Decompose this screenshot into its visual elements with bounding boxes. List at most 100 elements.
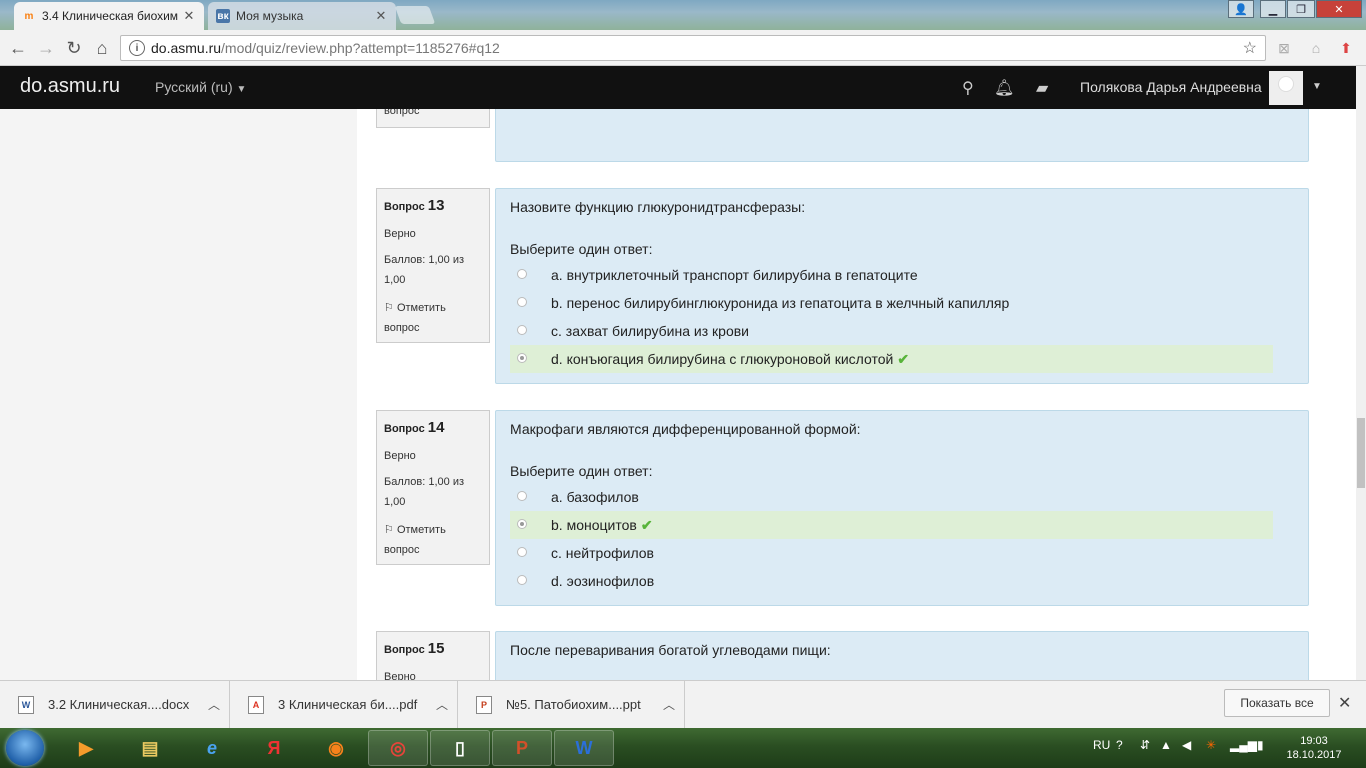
- url-path: /mod/quiz/review.php?attempt=1185276#q12: [221, 40, 500, 56]
- maximize-button[interactable]: ❐: [1287, 0, 1315, 18]
- chevron-up-icon[interactable]: ︿: [199, 696, 229, 713]
- question-state: Верно: [384, 228, 416, 240]
- user-profile-icon[interactable]: 👤: [1228, 0, 1254, 18]
- question-state: Верно: [384, 671, 416, 680]
- radio-button[interactable]: [517, 297, 527, 307]
- tab-label: Моя музыка: [236, 9, 304, 23]
- scrollbar-thumb[interactable]: [1357, 418, 1365, 488]
- answer-option-correct[interactable]: d. конъюгация билирубина с глюкуроновой …: [510, 345, 1273, 373]
- battery-icon[interactable]: ▮: [1257, 738, 1264, 752]
- minimize-button[interactable]: ▁: [1260, 0, 1286, 18]
- tab-quiz-review[interactable]: m 3.4 Клиническая биохим ✕: [14, 2, 204, 30]
- close-window-button[interactable]: ✕: [1316, 0, 1362, 18]
- chrome-icon[interactable]: ◎: [368, 730, 428, 766]
- download-item[interactable]: W 3.2 Клиническая....docx ︿: [0, 681, 230, 728]
- page-scrollbar[interactable]: [1356, 66, 1366, 680]
- messages-icon[interactable]: ▰: [1036, 78, 1048, 98]
- question-info-15: Вопрос 15 Верно: [376, 631, 490, 680]
- url-domain: do.asmu.ru: [151, 40, 222, 56]
- answer-option[interactable]: a. базофилов: [510, 483, 1273, 511]
- answer-prompt: Выберите один ответ:: [510, 241, 653, 257]
- help-icon[interactable]: ?: [1116, 738, 1123, 752]
- flag-question-link[interactable]: ⚐ Отметить вопрос: [384, 520, 482, 560]
- flag-question-link[interactable]: ⚐ Отметить вопрос: [384, 298, 482, 338]
- user-name[interactable]: Полякова Дарья Андреевна: [1080, 79, 1262, 95]
- system-clock[interactable]: 19:03 18.10.2017: [1284, 734, 1344, 762]
- file-explorer-icon[interactable]: ▤: [120, 730, 180, 766]
- close-tab-icon[interactable]: ✕: [374, 8, 388, 24]
- home-icon[interactable]: ⌂: [90, 36, 114, 60]
- download-filename: №5. Патобиохим....ppt: [506, 697, 641, 712]
- internet-explorer-icon[interactable]: e: [182, 730, 242, 766]
- question-text: После переваривания богатой углеводами п…: [510, 642, 831, 658]
- avatar[interactable]: [1269, 71, 1303, 105]
- back-arrow-icon[interactable]: ←: [6, 36, 30, 60]
- chevron-up-icon[interactable]: ︿: [427, 696, 457, 713]
- search-icon[interactable]: ⚲: [962, 78, 974, 98]
- extension-alert-icon[interactable]: ⬆: [1334, 36, 1358, 60]
- network-icon[interactable]: ▂▄▆: [1230, 738, 1257, 752]
- site-name-link[interactable]: do.asmu.ru: [20, 75, 120, 98]
- question-number: Вопрос 15: [384, 640, 445, 657]
- powerpoint-icon[interactable]: P: [492, 730, 552, 766]
- notification-bell-icon[interactable]: 🔔︎: [994, 78, 1014, 98]
- radio-button[interactable]: [517, 575, 527, 585]
- close-downloads-icon[interactable]: ✕: [1338, 693, 1351, 713]
- yandex-browser-icon[interactable]: Я: [244, 730, 304, 766]
- download-filename: 3.2 Клиническая....docx: [48, 697, 190, 712]
- radio-button[interactable]: [517, 547, 527, 557]
- site-info-icon[interactable]: i: [129, 40, 145, 56]
- radio-button[interactable]: [517, 325, 527, 335]
- moodle-icon: m: [24, 10, 34, 22]
- question-info-prev: вопрос: [376, 109, 490, 128]
- flag-label-tail: вопрос: [384, 109, 420, 117]
- input-language[interactable]: RU: [1093, 738, 1110, 752]
- correct-check-icon: ✔: [897, 351, 910, 367]
- language-label: Русский (ru): [155, 79, 233, 95]
- radio-button[interactable]: [517, 491, 527, 501]
- question-state: Верно: [384, 450, 416, 462]
- download-item[interactable]: P №5. Патобиохим....ppt ︿: [458, 681, 685, 728]
- site-navbar: do.asmu.ru Русский (ru) ▼ ⚲ 🔔︎ ▰ Поляков…: [0, 66, 1356, 109]
- answer-option[interactable]: d. эозинофилов: [510, 567, 1273, 595]
- question-box-15: После переваривания богатой углеводами п…: [495, 631, 1309, 680]
- user-menu-caret-icon[interactable]: ▼: [1312, 81, 1322, 92]
- show-all-downloads-button[interactable]: Показать все: [1224, 689, 1330, 717]
- radio-button[interactable]: [517, 269, 527, 279]
- answer-option[interactable]: c. захват билирубина из крови: [510, 317, 1273, 345]
- volume-icon[interactable]: ◀: [1182, 738, 1191, 752]
- bookmark-star-icon[interactable]: ☆: [1243, 38, 1257, 58]
- answer-option[interactable]: b. перенос билирубинглюкуронида из гепат…: [510, 289, 1273, 317]
- close-tab-icon[interactable]: ✕: [182, 8, 196, 24]
- address-bar[interactable]: i do.asmu.ru/mod/quiz/review.php?attempt…: [120, 35, 1266, 61]
- word-icon[interactable]: W: [554, 730, 614, 766]
- tab-my-music[interactable]: вк Моя музыка ✕: [208, 2, 396, 30]
- forward-arrow-icon[interactable]: →: [34, 36, 58, 60]
- tray-expand-icon[interactable]: ▲: [1160, 738, 1172, 752]
- antivirus-icon[interactable]: ✳: [1206, 738, 1216, 752]
- reload-icon[interactable]: ↻: [62, 36, 86, 60]
- radio-button-selected[interactable]: [517, 519, 527, 529]
- word-file-icon: W: [18, 695, 34, 714]
- firefox-icon[interactable]: ◉: [306, 730, 366, 766]
- answer-option-correct[interactable]: b. моноцитов ✔: [510, 511, 1273, 539]
- extension-home-icon[interactable]: ⌂: [1304, 36, 1328, 60]
- extension-search-icon[interactable]: ⊠: [1272, 36, 1296, 60]
- page-body: вопрос Вопрос 13 Верно Баллов: 1,00 из 1…: [0, 109, 1356, 680]
- media-player-icon[interactable]: ▶: [56, 730, 116, 766]
- pdf-file-icon: A: [248, 695, 264, 714]
- chevron-up-icon[interactable]: ︿: [654, 696, 684, 713]
- clock-time: 19:03: [1300, 735, 1328, 747]
- radio-button-selected[interactable]: [517, 353, 527, 363]
- answer-option[interactable]: c. нейтрофилов: [510, 539, 1273, 567]
- answer-option[interactable]: a. внутриклеточный транспорт билирубина …: [510, 261, 1273, 289]
- language-menu[interactable]: Русский (ru) ▼: [155, 79, 246, 95]
- question-info-13: Вопрос 13 Верно Баллов: 1,00 из 1,00 ⚐ О…: [376, 188, 490, 343]
- browser-toolbar: ← → ↻ ⌂ i do.asmu.ru/mod/quiz/review.php…: [0, 30, 1366, 66]
- new-tab-button[interactable]: [394, 6, 436, 24]
- start-button[interactable]: [6, 730, 44, 766]
- question-box-prev: [495, 109, 1309, 162]
- download-item[interactable]: A 3 Клиническая би....pdf ︿: [230, 681, 458, 728]
- tray-arrows-icon[interactable]: ⇵: [1140, 738, 1150, 752]
- document-icon[interactable]: ▯: [430, 730, 490, 766]
